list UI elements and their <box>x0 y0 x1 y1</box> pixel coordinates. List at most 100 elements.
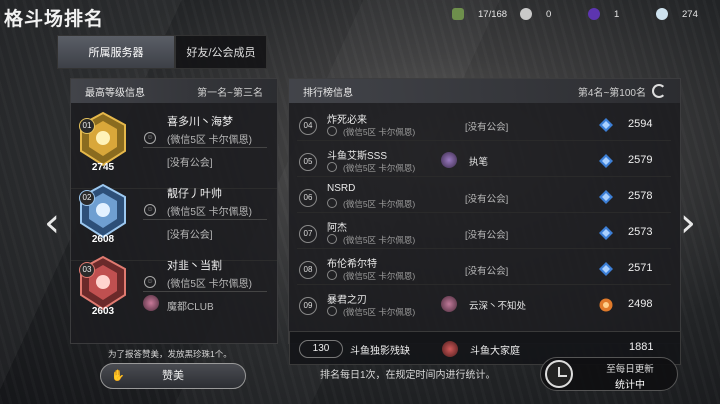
player-name: 阿杰 <box>327 223 347 234</box>
guild-name: 斗鱼大家庭 <box>470 346 520 357</box>
divider <box>143 291 267 292</box>
face-icon <box>327 198 337 208</box>
divider <box>143 219 267 220</box>
points: 2579 <box>628 154 653 166</box>
rank-tier-icon <box>599 154 613 168</box>
player-name: 暴君之刃 <box>327 295 367 306</box>
guild-name: 云深丶不知处 <box>469 301 527 312</box>
player-name: NSRD <box>327 183 356 194</box>
rank-number: 07 <box>299 225 317 243</box>
player-name: 喜多川丶海梦 <box>167 116 233 128</box>
panel-title: 排行榜信息 <box>303 87 353 99</box>
update-label: 至每日更新 <box>606 364 654 375</box>
points: 2594 <box>628 118 653 130</box>
face-icon: ☺ <box>144 204 156 216</box>
server-name: (微信5区 卡尔佩恩) <box>343 127 416 137</box>
rank-tier-icon <box>599 226 613 240</box>
rank-tier-icon <box>599 118 613 132</box>
my-rank-position: 130 <box>299 340 343 358</box>
next-arrow-icon[interactable]: › <box>680 200 696 246</box>
guild-name: [没有公会] <box>465 194 509 205</box>
guild-emblem-icon <box>442 341 458 357</box>
tab-friends-guild[interactable]: 好友/公会成员 <box>175 35 267 69</box>
clock-icon <box>545 360 573 388</box>
top-three-header: 最高等级信息 第一名~第三名 <box>71 79 277 103</box>
refresh-icon[interactable] <box>652 84 666 98</box>
top-card-3[interactable]: 03 2603 对韭丶当割 ☺ (微信5区 卡尔佩恩) 魔都CLUB <box>71 249 277 333</box>
update-status-box: 至每日更新 统计中 <box>540 357 678 391</box>
server-name: (微信5区 卡尔佩恩) <box>343 199 416 209</box>
server-name: (微信5区 卡尔佩恩) <box>343 271 416 281</box>
player-name: 炸死必来 <box>327 115 367 126</box>
points: 2498 <box>628 298 653 310</box>
resource-box: 17/168 <box>452 8 507 20</box>
score: 2603 <box>91 306 115 317</box>
server-name: (微信5区 卡尔佩恩) <box>343 307 416 317</box>
gold-medal-icon: 01 2745 <box>75 111 131 173</box>
resource-value: 17/168 <box>478 8 508 20</box>
resource-value: 274 <box>682 8 698 20</box>
update-status: 统计中 <box>615 380 645 391</box>
purple-gem-icon <box>588 8 600 20</box>
tab-server[interactable]: 所属服务器 <box>57 35 175 69</box>
score: 2608 <box>91 234 115 245</box>
rank-number: 03 <box>79 262 95 278</box>
praise-button[interactable]: ✋ 赞美 <box>100 363 246 389</box>
player-name: 靓仔丿叶帅 <box>167 188 222 200</box>
face-icon <box>327 126 337 136</box>
table-row[interactable]: 09 暴君之刃 (微信5区 卡尔佩恩) 云深丶不知处 2498 <box>297 289 671 321</box>
page-title: 格斗场排名 <box>4 9 105 30</box>
player-name: 布伦希尔特 <box>327 259 377 270</box>
silver-ball-icon <box>520 8 532 20</box>
points: 2573 <box>628 226 653 238</box>
update-note: 排名每日1次，在规定时间内进行统计。 <box>320 370 496 381</box>
table-row[interactable]: 06 NSRD (微信5区 卡尔佩恩) [没有公会] 2578 <box>297 181 671 213</box>
rank-number: 04 <box>299 117 317 135</box>
face-icon <box>327 234 337 244</box>
leaderboard-header: 排行榜信息 第4名~第100名 <box>289 79 680 103</box>
green-box-icon <box>452 8 464 20</box>
guild-emblem-icon <box>441 152 457 168</box>
face-icon <box>327 162 337 172</box>
face-icon <box>327 270 337 280</box>
praise-button-label: 赞美 <box>162 370 184 382</box>
table-row[interactable]: 07 阿杰 (微信5区 卡尔佩恩) [没有公会] 2573 <box>297 217 671 249</box>
table-row[interactable]: 04 炸死必来 (微信5区 卡尔佩恩) [没有公会] 2594 <box>297 109 671 141</box>
face-icon: ☺ <box>144 276 156 288</box>
resource-value: 0 <box>546 8 552 20</box>
rank-tier-icon <box>599 190 613 204</box>
rank-tier-icon <box>599 262 613 276</box>
player-name: 对韭丶当割 <box>167 260 222 272</box>
table-row[interactable]: 05 斗鱼艾斯SSS (微信5区 卡尔佩恩) 执笔 2579 <box>297 145 671 177</box>
guild-name: 执笔 <box>469 157 489 168</box>
resource-purple: 1 <box>588 8 619 20</box>
score: 2745 <box>91 162 115 173</box>
guild-emblem-icon <box>143 295 159 311</box>
rank-tier-icon <box>599 298 613 312</box>
server-name: (微信5区 卡尔佩恩) <box>167 135 252 146</box>
clap-icon: ✋ <box>111 370 125 382</box>
server-name: (微信5区 卡尔佩恩) <box>343 235 416 245</box>
server-name: (微信5区 卡尔佩恩) <box>343 163 416 173</box>
resource-silver: 0 <box>520 8 551 20</box>
resource-diamond: 274 <box>656 8 698 20</box>
server-name: (微信5区 卡尔佩恩) <box>167 279 252 290</box>
guild-emblem-icon <box>441 296 457 312</box>
panel-range: 第4名~第100名 <box>577 87 646 99</box>
points: 2578 <box>628 190 653 202</box>
leaderboard-panel: 排行榜信息 第4名~第100名 04 炸死必来 (微信5区 卡尔佩恩) [没有公… <box>288 78 681 365</box>
guild-name: 魔都CLUB <box>167 302 214 313</box>
tab-bar: 所属服务器 好友/公会成员 <box>57 35 267 69</box>
rank-number: 01 <box>79 118 95 134</box>
points: 2571 <box>628 262 653 274</box>
face-icon <box>327 306 337 316</box>
guild-name: [没有公会] <box>465 230 509 241</box>
bronze-medal-icon: 03 2603 <box>75 255 131 317</box>
table-row[interactable]: 08 布伦希尔特 (微信5区 卡尔佩恩) [没有公会] 2571 <box>297 253 671 285</box>
diamond-icon <box>656 8 668 20</box>
prev-arrow-icon[interactable]: ‹ <box>44 200 60 246</box>
divider <box>143 147 267 148</box>
server-name: (微信5区 卡尔佩恩) <box>167 207 252 218</box>
panel-title: 最高等级信息 <box>85 87 145 99</box>
player-name: 斗鱼独影残缺 <box>350 346 410 357</box>
